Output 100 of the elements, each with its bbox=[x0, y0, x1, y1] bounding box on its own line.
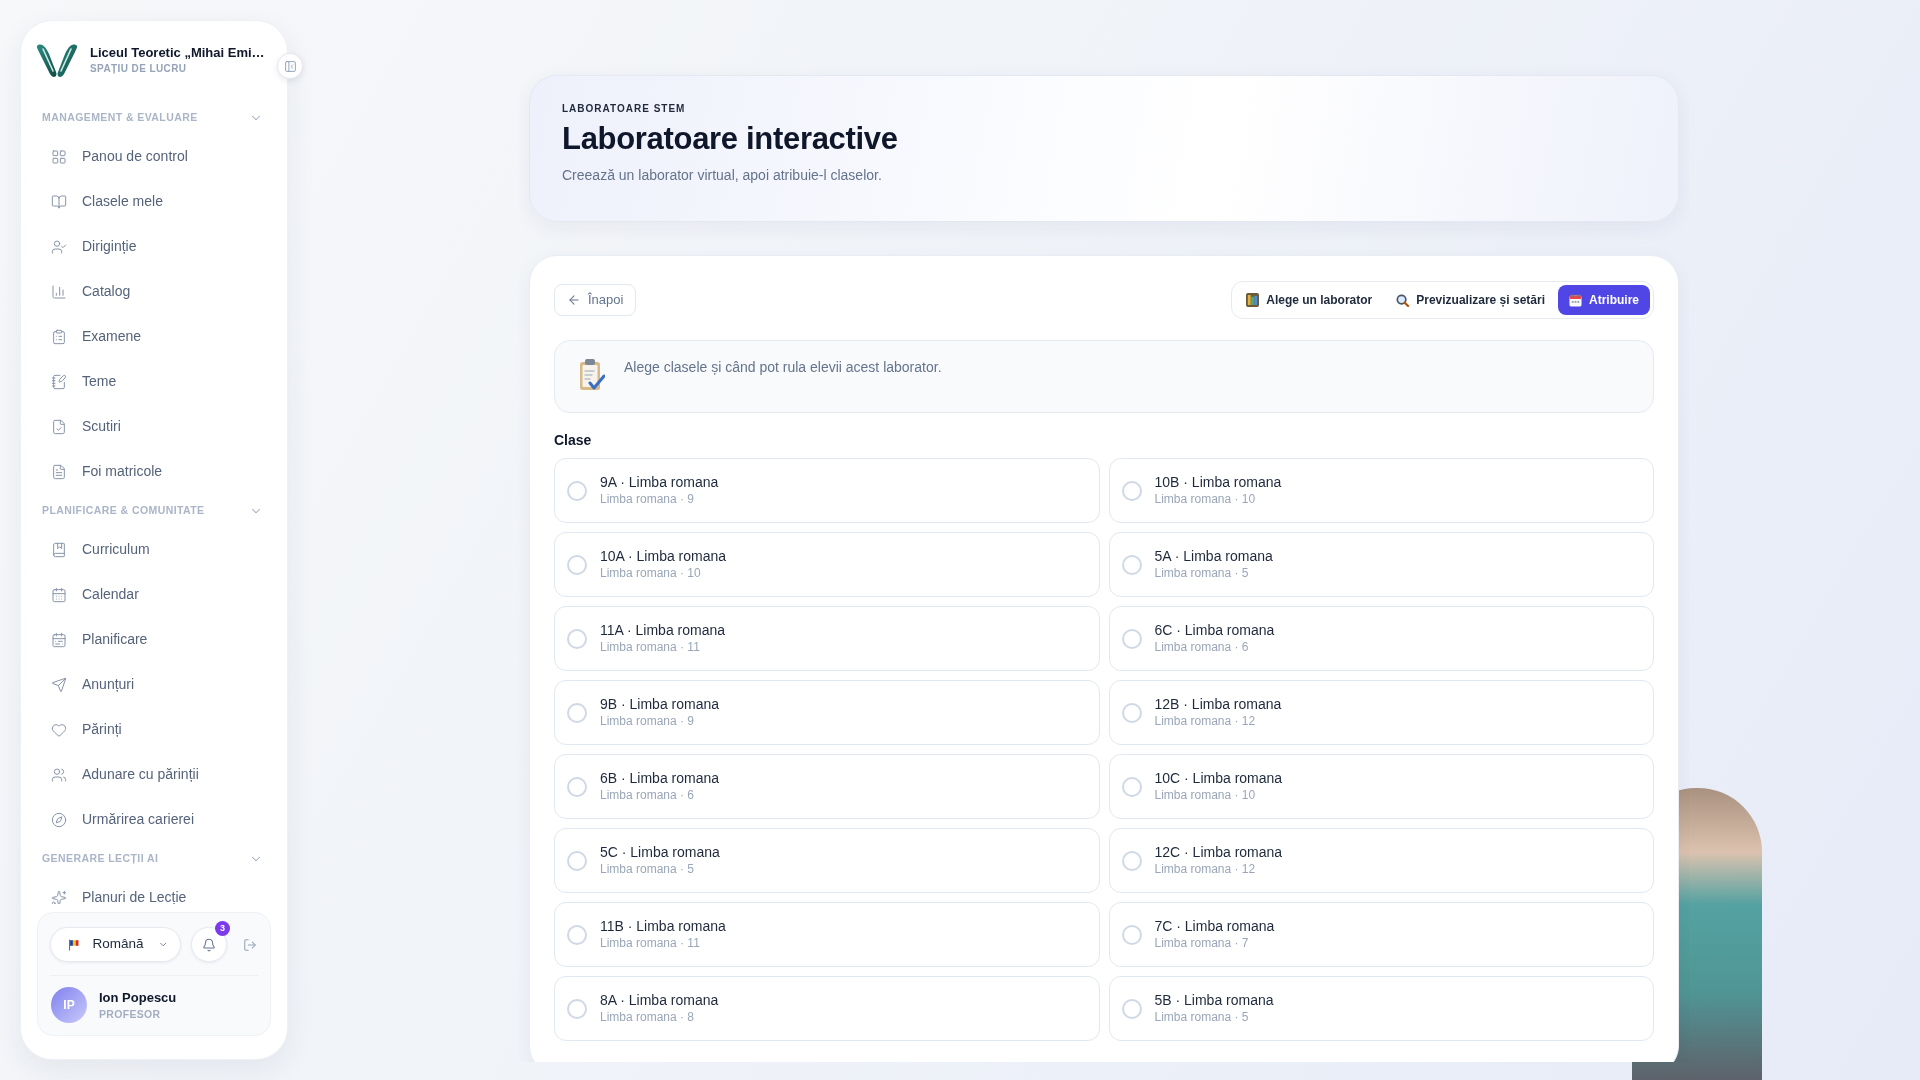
checkbox[interactable] bbox=[1121, 554, 1142, 575]
user-avatar: IP bbox=[51, 987, 87, 1023]
class-name: 6C · Limba romana bbox=[1154, 621, 1275, 639]
step-tab[interactable]: Atribuire bbox=[1558, 285, 1650, 315]
checkbox[interactable] bbox=[1121, 776, 1142, 797]
page-title: Laboratoare interactive bbox=[562, 122, 899, 156]
bookmarked-book-icon bbox=[51, 541, 67, 558]
nav-item[interactable]: Examene bbox=[35, 314, 273, 359]
class-details: Limba romana · 5 bbox=[1154, 1009, 1250, 1026]
checkbox[interactable] bbox=[1121, 850, 1142, 871]
document-icon bbox=[51, 463, 67, 480]
workspace-label: SPAȚIU DE LUCRU bbox=[90, 61, 188, 76]
checkbox[interactable] bbox=[567, 924, 587, 945]
notification-badge: 3 bbox=[215, 921, 230, 936]
page-eyebrow: LABORATOARE STEM bbox=[562, 102, 687, 116]
class-details: Limba romana · 5 bbox=[1154, 565, 1250, 582]
checkbox[interactable] bbox=[1121, 480, 1142, 501]
hint-text: Alege clasele și când pot rula elevii acest laborator. bbox=[624, 358, 942, 377]
class-name: 7C · Limba romana bbox=[1154, 917, 1275, 935]
checkbox[interactable] bbox=[1121, 702, 1142, 723]
step-tab[interactable]: Previzualizare și setări bbox=[1385, 285, 1556, 315]
logout-icon bbox=[243, 937, 257, 952]
class-name: 9A · Limba romana bbox=[600, 473, 719, 491]
checkbox[interactable] bbox=[1121, 998, 1142, 1019]
nav-item[interactable]: Urmărirea carierei bbox=[35, 797, 273, 842]
books-icon bbox=[1246, 293, 1260, 307]
users-icon bbox=[51, 766, 67, 783]
class-name: 11B · Limba romana bbox=[600, 917, 726, 935]
class-details: Limba romana · 9 bbox=[600, 713, 696, 730]
nav-item[interactable]: Diriginție bbox=[35, 224, 273, 269]
checkbox[interactable] bbox=[567, 480, 587, 501]
section-title: GENERARE LECȚII AI bbox=[42, 850, 159, 866]
flag-icon bbox=[69, 937, 79, 952]
checkbox[interactable] bbox=[567, 702, 587, 723]
collapse-sidebar-icon bbox=[283, 59, 297, 73]
class-name: 5B · Limba romana bbox=[1154, 991, 1274, 1009]
nav-item[interactable]: Clasele mele bbox=[35, 179, 273, 224]
class-name: 12C · Limba romana bbox=[1154, 843, 1283, 861]
nav-item[interactable]: Anunțuri bbox=[35, 662, 273, 707]
class-name: 6B · Limba romana bbox=[600, 769, 720, 787]
file-check-icon bbox=[51, 418, 67, 435]
class-name: 9B · Limba romana bbox=[600, 695, 720, 713]
class-details: Limba romana · 12 bbox=[1154, 713, 1257, 730]
nav-item[interactable]: Planificare bbox=[35, 617, 273, 662]
nav-item[interactable]: Scutiri bbox=[35, 404, 273, 449]
checkbox[interactable] bbox=[1121, 924, 1142, 945]
nav-item[interactable]: Părinți bbox=[35, 707, 273, 752]
nav-item[interactable]: Panou de control bbox=[35, 134, 273, 179]
calendar-icon bbox=[51, 631, 67, 648]
notifications-button[interactable] bbox=[191, 927, 227, 962]
arrow-left-icon bbox=[567, 293, 581, 307]
class-details: Limba romana · 6 bbox=[600, 787, 696, 804]
clipboard-list-icon bbox=[51, 328, 67, 345]
class-details: Limba romana · 10 bbox=[1154, 787, 1257, 804]
paper-plane-icon bbox=[51, 676, 67, 693]
checkbox[interactable] bbox=[567, 776, 587, 797]
class-name: 8A · Limba romana bbox=[600, 991, 719, 1009]
class-name: 10A · Limba romana bbox=[600, 547, 727, 565]
class-details: Limba romana · 10 bbox=[1154, 491, 1257, 508]
magnifier-icon bbox=[1396, 293, 1410, 307]
checkbox[interactable] bbox=[1121, 628, 1142, 649]
compass-icon bbox=[51, 811, 67, 828]
checkbox[interactable] bbox=[567, 628, 587, 649]
workspace-name: Liceul Teoretic „Mihai Emi… bbox=[90, 43, 265, 62]
nav-item[interactable]: Catalog bbox=[35, 269, 273, 314]
class-name: 5C · Limba romana bbox=[600, 843, 720, 861]
nav-item[interactable]: Planuri de Lecție bbox=[35, 875, 273, 904]
clipboard-icon bbox=[579, 358, 605, 392]
class-details: Limba romana · 9 bbox=[600, 491, 696, 508]
section-title: PLANIFICARE & COMUNITATE bbox=[42, 502, 205, 518]
user-role: PROFESOR bbox=[99, 1006, 162, 1022]
sparkles-icon bbox=[51, 889, 67, 904]
calendar-icon bbox=[1569, 293, 1582, 307]
checkbox[interactable] bbox=[567, 850, 587, 871]
nav-item[interactable]: Teme bbox=[35, 359, 273, 404]
notebook-pen-icon bbox=[51, 373, 67, 390]
nav-item[interactable]: Calendar bbox=[35, 572, 273, 617]
class-details: Limba romana · 5 bbox=[600, 861, 696, 878]
back-button[interactable]: Înapoi bbox=[554, 284, 637, 316]
section-title: MANAGEMENT & EVALUARE bbox=[42, 109, 198, 125]
class-name: 10B · Limba romana bbox=[1154, 473, 1282, 491]
class-details: Limba romana · 11 bbox=[600, 639, 701, 656]
user-name: Ion Popescu bbox=[99, 988, 177, 1007]
classes-label: Clase bbox=[554, 431, 593, 450]
language-selector[interactable]: Română bbox=[50, 927, 181, 962]
checkbox[interactable] bbox=[567, 554, 587, 575]
step-tab[interactable]: Alege un laborator bbox=[1235, 285, 1384, 315]
collapse-sidebar-button[interactable] bbox=[277, 53, 303, 79]
page-subtitle: Creează un laborator virtual, apoi atribuie-l claselor. bbox=[562, 166, 883, 185]
nav-item[interactable]: Curriculum bbox=[35, 527, 273, 572]
class-name: 11A · Limba romana bbox=[600, 621, 726, 639]
class-name: 10C · Limba romana bbox=[1154, 769, 1283, 787]
nav-item[interactable]: Adunare cu părinții bbox=[35, 752, 273, 797]
open-book-icon bbox=[51, 193, 67, 210]
checkbox[interactable] bbox=[567, 998, 587, 1019]
class-details: Limba romana · 11 bbox=[600, 935, 701, 952]
class-details: Limba romana · 7 bbox=[1154, 935, 1250, 952]
nav-item[interactable]: Foi matricole bbox=[35, 449, 273, 494]
class-details: Limba romana · 8 bbox=[600, 1009, 696, 1026]
calendar-icon bbox=[51, 586, 67, 603]
